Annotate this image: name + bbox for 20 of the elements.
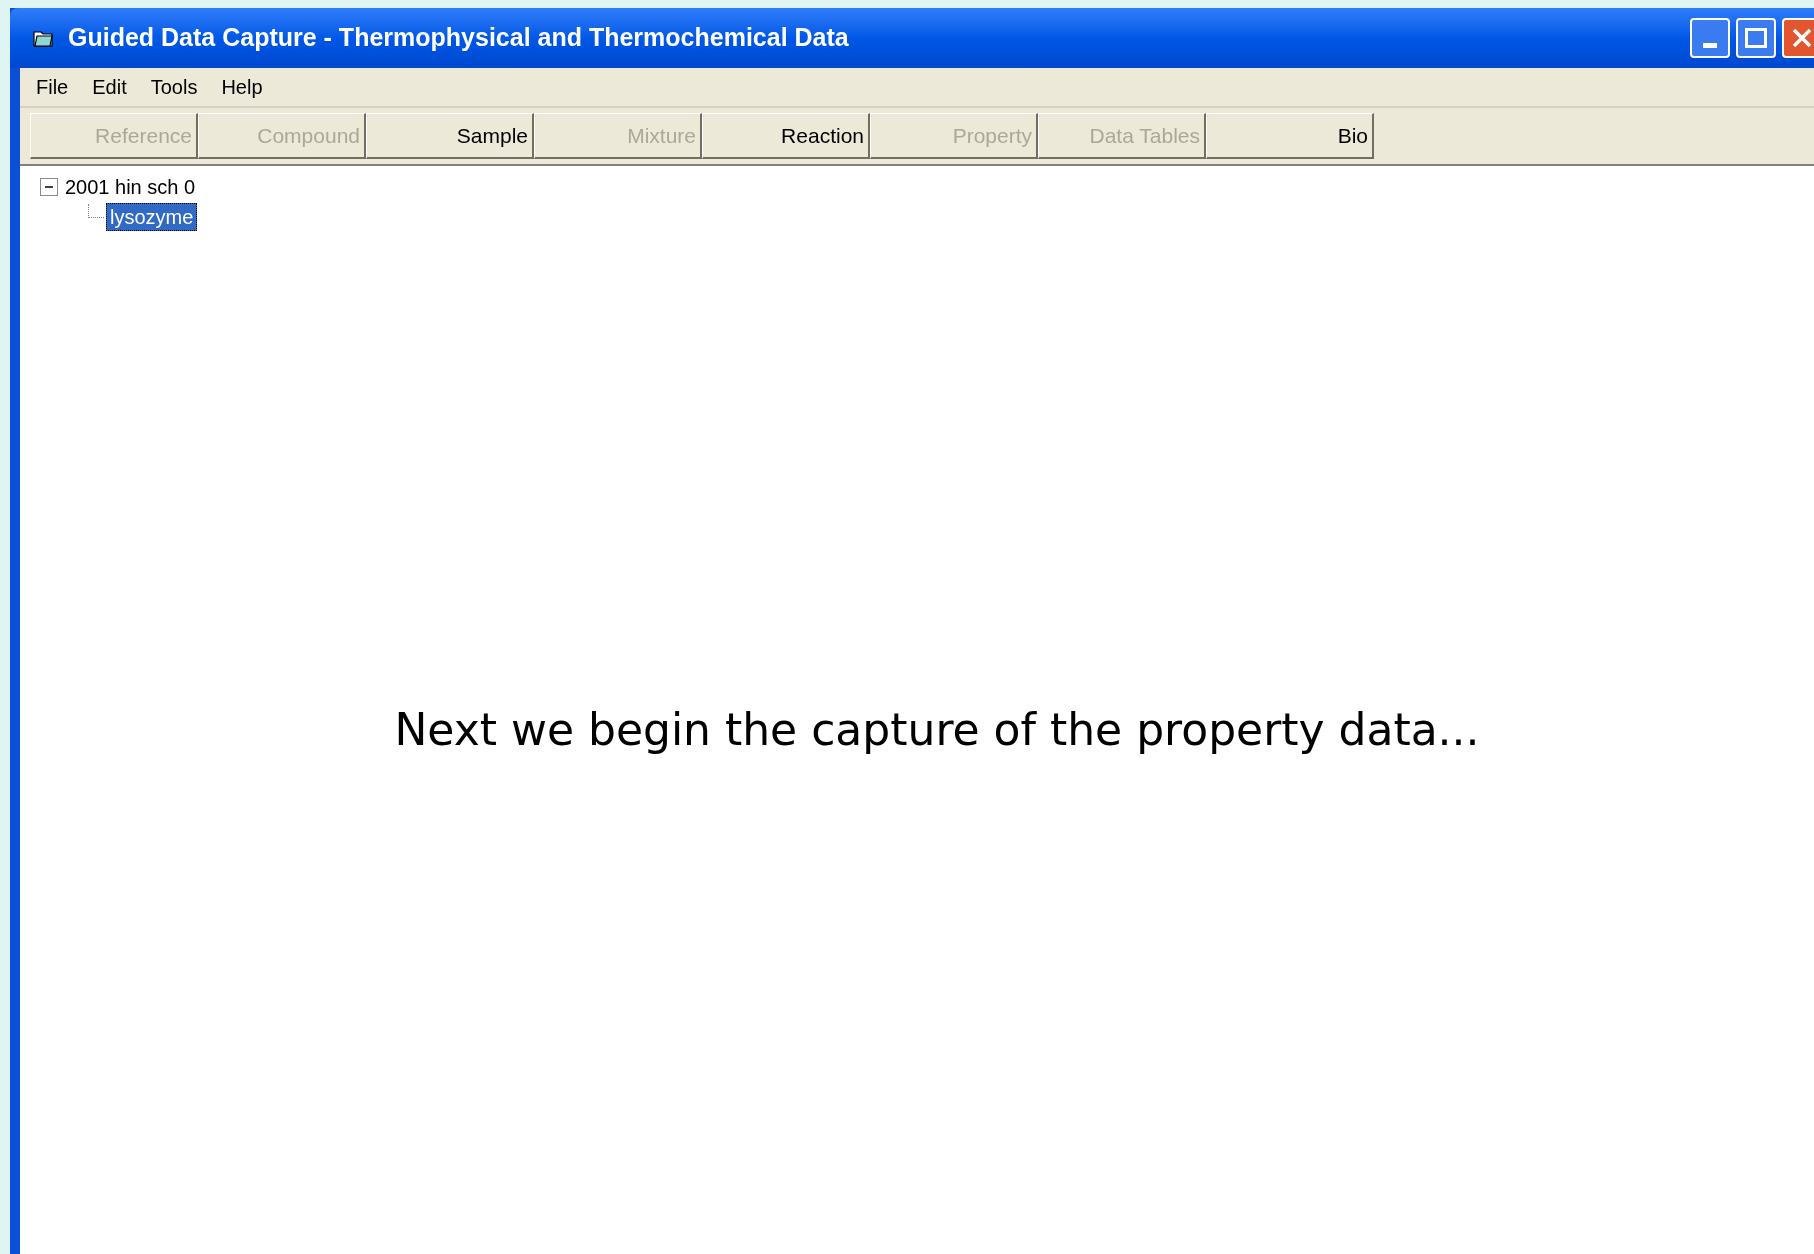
tree-item[interactable]: lysozyme: [106, 203, 198, 231]
tree-item[interactable]: 2001 hin sch 0: [64, 174, 197, 200]
collapse-toggle[interactable]: [40, 178, 58, 196]
window-title: Guided Data Capture - Thermophysical and Thermochemical Data: [68, 22, 849, 54]
menu-item[interactable]: Edit: [92, 72, 127, 102]
toolbar-button[interactable]: Sample: [366, 113, 534, 159]
minimize-icon: [1703, 43, 1717, 48]
maximize-icon: [1745, 28, 1767, 48]
menu-item[interactable]: Tools: [150, 72, 198, 102]
tree-connector: [88, 204, 104, 218]
toolbar-button[interactable]: Reaction: [702, 113, 870, 159]
toolbar-button[interactable]: Bio: [1206, 113, 1374, 159]
menu-item[interactable]: Help: [221, 72, 263, 102]
close-button[interactable]: [1782, 18, 1814, 58]
folder-icon: [32, 28, 54, 48]
maximize-button[interactable]: [1736, 18, 1776, 58]
minimize-button[interactable]: [1690, 18, 1730, 58]
close-icon: [1791, 27, 1813, 49]
menu-item[interactable]: File: [36, 72, 69, 102]
caption-text: Next we begin the capture of the property data...: [394, 703, 1480, 757]
